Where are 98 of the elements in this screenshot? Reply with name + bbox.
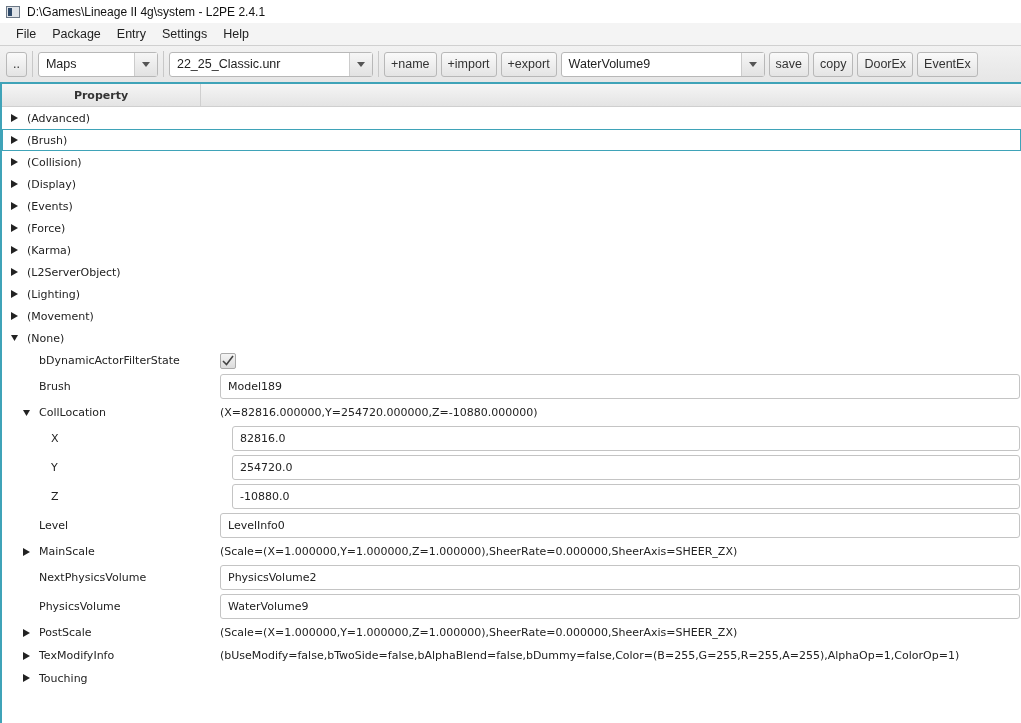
toolbar-button[interactable]: DoorEx: [857, 51, 914, 77]
collapse-triangle-icon[interactable]: [11, 334, 18, 342]
input-field[interactable]: 82816.0: [232, 426, 1020, 451]
input-field[interactable]: LevelInfo0: [220, 513, 1020, 538]
property-row[interactable]: (Display): [2, 173, 1021, 195]
property-value: (X=82816.000000,Y=254720.000000,Z=-10880.000000): [220, 406, 538, 419]
property-name: (Movement): [27, 309, 94, 323]
property-name: (Advanced): [27, 111, 90, 125]
dropdown[interactable]: Maps: [37, 51, 158, 77]
expand-triangle-icon[interactable]: [11, 290, 18, 298]
toolbar-button[interactable]: +import: [440, 51, 497, 77]
property-row[interactable]: (Brush): [2, 129, 1021, 151]
property-row[interactable]: (Lighting): [2, 283, 1021, 305]
property-name: bDynamicActorFilterState: [39, 354, 180, 367]
property-name: MainScale: [39, 545, 95, 558]
toolbar-button[interactable]: copy: [813, 51, 854, 77]
property-name: (Force): [27, 221, 66, 235]
property-name: Level: [39, 519, 69, 532]
expand-triangle-icon[interactable]: [23, 547, 30, 556]
property-row[interactable]: NextPhysicsVolume PhysicsVolume2: [2, 563, 1021, 592]
property-row[interactable]: (Force): [2, 217, 1021, 239]
menu-item[interactable]: Help: [215, 25, 257, 43]
checkbox[interactable]: [220, 352, 236, 369]
property-row[interactable]: Z -10880.0: [2, 482, 1021, 511]
property-name: (Lighting): [27, 287, 81, 301]
property-name: Brush: [39, 380, 71, 393]
input-field[interactable]: Model189: [220, 374, 1020, 399]
expand-triangle-icon[interactable]: [11, 180, 18, 188]
menu-item[interactable]: Entry: [108, 25, 154, 43]
dropdown-arrow-icon: [356, 61, 365, 67]
property-name: Touching: [39, 671, 88, 685]
property-row[interactable]: (Collision): [2, 151, 1021, 173]
property-row[interactable]: (Karma): [2, 239, 1021, 261]
property-value: (bUseModify=false,bTwoSide=false,bAlphaBlend=false,bDummy=false,Color=(B=255,G=255,R=255,A=255),AlphaOp=1,ColorOp=1): [220, 649, 960, 662]
dropdown[interactable]: WaterVolume9: [560, 51, 765, 77]
property-name: Y: [51, 461, 58, 474]
property-row[interactable]: (Advanced): [2, 107, 1021, 129]
toolbar-button[interactable]: save: [768, 51, 809, 77]
toolbar-button[interactable]: ..: [6, 51, 27, 77]
property-row[interactable]: (Events): [2, 195, 1021, 217]
expand-triangle-icon[interactable]: [11, 246, 18, 254]
expand-triangle-icon[interactable]: [11, 312, 18, 320]
toolbar-button[interactable]: +name: [383, 51, 437, 77]
collapse-triangle-icon[interactable]: [23, 408, 30, 417]
property-name: (Collision): [27, 155, 82, 169]
menu-item[interactable]: Settings: [154, 25, 216, 43]
property-row[interactable]: Brush Model189: [2, 372, 1021, 401]
property-name: PostScale: [39, 626, 92, 639]
property-name: Z: [51, 490, 59, 503]
property-row[interactable]: X 82816.0: [2, 424, 1021, 453]
property-name: X: [51, 432, 59, 445]
dropdown-arrow-icon: [141, 61, 150, 67]
expand-triangle-icon[interactable]: [11, 158, 18, 166]
expand-triangle-icon[interactable]: [11, 268, 18, 276]
dropdown[interactable]: 22_25_Classic.unr: [168, 51, 373, 77]
property-row[interactable]: TexModifyInfo (bUseModify=false,bTwoSide=false,bAlphaBlend=false,bDummy=false,Color=(B=255,G=255,R=255,A=255),AlphaOp=1,ColorOp=1): [2, 644, 1021, 667]
toolbar-button[interactable]: +export: [500, 51, 557, 77]
property-row[interactable]: MainScale (Scale=(X=1.000000,Y=1.000000,Z=1.000000),SheerRate=0.000000,SheerAxis=SHEER_ZX): [2, 540, 1021, 563]
property-name: NextPhysicsVolume: [39, 571, 147, 584]
expand-triangle-icon[interactable]: [11, 202, 18, 210]
property-value: (Scale=(X=1.000000,Y=1.000000,Z=1.000000),SheerRate=0.000000,SheerAxis=SHEER_ZX): [220, 626, 738, 639]
window-title: D:\Games\Lineage II 4g\system - L2PE 2.4.1: [27, 4, 266, 19]
property-name: (None): [27, 331, 65, 345]
expand-triangle-icon[interactable]: [11, 114, 18, 122]
app-icon: [6, 5, 20, 18]
property-row[interactable]: (Movement): [2, 305, 1021, 327]
column-header[interactable]: Property: [2, 84, 201, 106]
dropdown-arrow-icon: [748, 61, 757, 67]
expand-triangle-icon[interactable]: [23, 628, 30, 637]
expand-triangle-icon[interactable]: [23, 674, 30, 682]
property-row[interactable]: (None): [2, 327, 1021, 349]
toolbar-button[interactable]: EventEx: [917, 51, 978, 77]
input-field[interactable]: -10880.0: [232, 484, 1020, 509]
input-field[interactable]: WaterVolume9: [220, 594, 1020, 619]
property-row[interactable]: Level LevelInfo0: [2, 511, 1021, 540]
property-value: (Scale=(X=1.000000,Y=1.000000,Z=1.000000),SheerRate=0.000000,SheerAxis=SHEER_ZX): [220, 545, 738, 558]
property-name: (Brush): [27, 133, 68, 147]
property-row[interactable]: PostScale (Scale=(X=1.000000,Y=1.000000,Z=1.000000),SheerRate=0.000000,SheerAxis=SHEER_ZX): [2, 621, 1021, 644]
property-row[interactable]: Touching: [2, 667, 1021, 689]
menu-item[interactable]: Package: [44, 25, 109, 43]
property-name: (L2ServerObject): [27, 265, 121, 279]
expand-triangle-icon[interactable]: [11, 136, 18, 144]
input-field[interactable]: PhysicsVolume2: [220, 565, 1020, 590]
expand-triangle-icon[interactable]: [11, 224, 18, 232]
property-row[interactable]: (L2ServerObject): [2, 261, 1021, 283]
property-name: TexModifyInfo: [39, 649, 115, 662]
input-field[interactable]: 254720.0: [232, 455, 1020, 480]
property-row[interactable]: Y 254720.0: [2, 453, 1021, 482]
property-name: (Karma): [27, 243, 72, 257]
property-row[interactable]: PhysicsVolume WaterVolume9: [2, 592, 1021, 621]
property-name: (Events): [27, 199, 73, 213]
property-row[interactable]: bDynamicActorFilterState: [2, 349, 1021, 372]
property-row[interactable]: CollLocation (X=82816.000000,Y=254720.000000,Z=-10880.000000): [2, 401, 1021, 424]
expand-triangle-icon[interactable]: [23, 651, 30, 660]
property-name: (Display): [27, 177, 77, 191]
property-name: PhysicsVolume: [39, 600, 121, 613]
property-name: CollLocation: [39, 406, 107, 419]
menu-item[interactable]: File: [8, 25, 45, 43]
